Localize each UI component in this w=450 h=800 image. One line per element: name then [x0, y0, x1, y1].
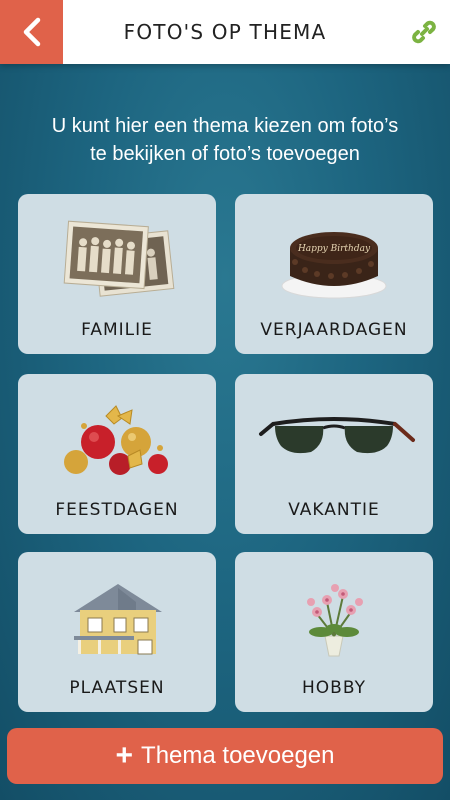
birthday-cake-icon: Happy Birthday [281, 232, 387, 299]
christmas-ornaments-icon [64, 405, 168, 475]
back-button[interactable] [0, 0, 63, 64]
intro-line-2: te bekijken of foto’s toevoegen [90, 143, 360, 165]
page-title: FOTO'S OP THEMA [123, 20, 327, 44]
theme-label: HOBBY [302, 678, 366, 698]
theme-label: VAKANTIE [288, 500, 380, 520]
theme-label: FEESTDAGEN [55, 500, 179, 520]
theme-card-verjaardagen[interactable]: Happy Birthday VERJAARDAGEN [235, 194, 433, 354]
app-header: FOTO'S OP THEMA [0, 0, 450, 64]
theme-card-hobby[interactable]: HOBBY [235, 552, 433, 712]
intro-line-1: U kunt hier een thema kiezen om foto’s [51, 115, 399, 137]
intro-text: U kunt hier een thema kiezen om foto’s t… [0, 112, 450, 168]
theme-label: FAMILIE [81, 320, 153, 340]
theme-card-vakantie[interactable]: VAKANTIE [235, 374, 433, 534]
theme-label: PLAATSEN [69, 678, 165, 698]
flower-pot-icon [307, 584, 363, 657]
cake-text: Happy Birthday [297, 244, 371, 254]
add-theme-label: Thema toevoegen [141, 742, 335, 769]
theme-card-familie[interactable]: FAMILIE [18, 194, 216, 354]
sunglasses-icon [259, 417, 415, 454]
add-theme-button[interactable]: + Thema toevoegen [7, 728, 443, 784]
theme-card-feestdagen[interactable]: FEESTDAGEN [18, 374, 216, 534]
plus-icon: + [115, 739, 134, 772]
house-icon [74, 584, 162, 655]
old-photos-icon [63, 220, 175, 297]
link-icon [412, 20, 436, 44]
link-button[interactable] [408, 16, 440, 48]
theme-card-plaatsen[interactable]: PLAATSEN [18, 552, 216, 712]
theme-label: VERJAARDAGEN [260, 320, 408, 340]
chevron-left-icon [23, 17, 40, 47]
